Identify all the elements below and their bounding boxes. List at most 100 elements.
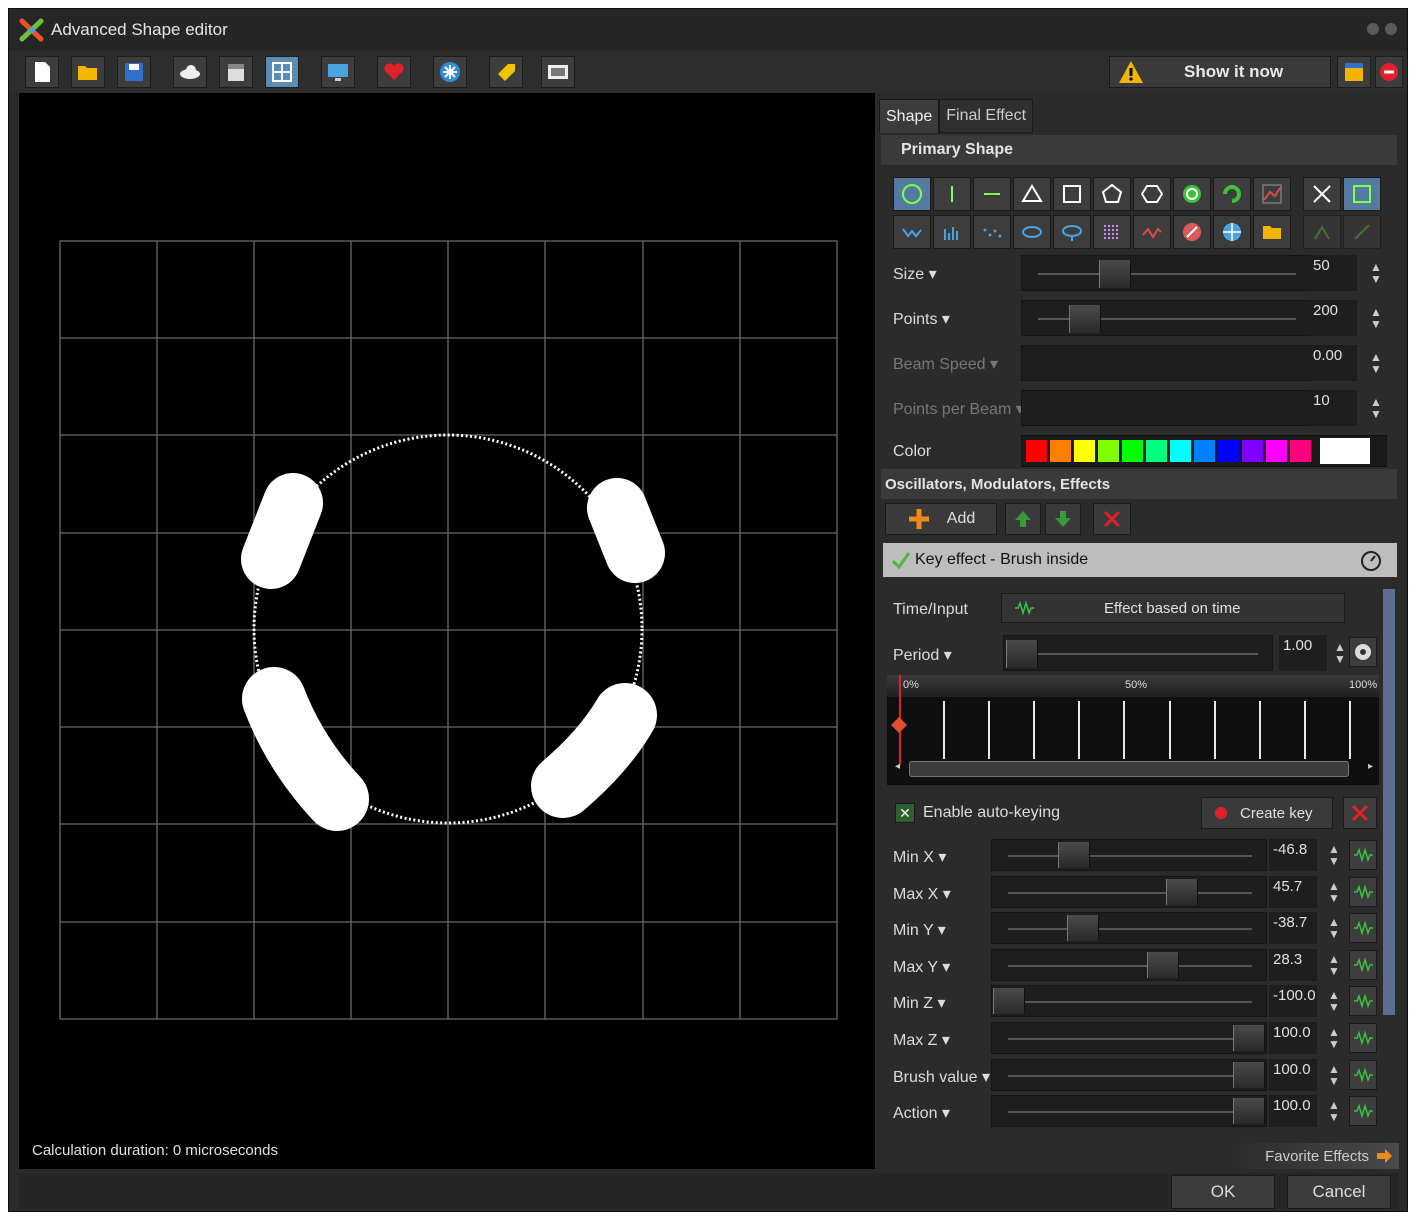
color-swatch-violet[interactable] (1242, 440, 1263, 462)
modulator-source-button[interactable] (1349, 986, 1377, 1016)
points-label[interactable]: Points ▾ (893, 309, 950, 329)
shape-bars-button[interactable] (933, 215, 971, 249)
add-effect-button[interactable]: Add (885, 503, 997, 535)
delete-effect-button[interactable] (1093, 503, 1131, 535)
modulator-slider[interactable] (991, 876, 1267, 908)
modulator-label[interactable]: Action ▾ (893, 1103, 950, 1123)
shape-dots-button[interactable] (973, 215, 1011, 249)
period-value[interactable]: 1.00 (1279, 635, 1327, 671)
modulator-label[interactable]: Max Z ▾ (893, 1030, 950, 1050)
shape-circle-button[interactable] (893, 177, 931, 211)
points-value[interactable]: 200 (1309, 300, 1357, 336)
modulator-value[interactable]: 100.0 (1269, 1095, 1317, 1127)
shape-graph-button[interactable] (1253, 177, 1291, 211)
color-swatch-cyan[interactable] (1170, 440, 1191, 462)
shape-wave-button[interactable] (893, 215, 931, 249)
snowflake-button[interactable] (433, 56, 467, 88)
shape-node-button[interactable] (1303, 215, 1341, 249)
modulator-slider[interactable] (991, 912, 1267, 944)
modulator-slider-thumb[interactable] (1166, 879, 1198, 905)
modulator-label[interactable]: Min Y ▾ (893, 920, 946, 940)
modulator-source-button[interactable] (1349, 1023, 1377, 1053)
modulator-spinner[interactable]: ▲ ▼ (1323, 839, 1345, 871)
modulator-slider[interactable] (991, 839, 1267, 871)
modulator-spinner[interactable]: ▲ ▼ (1323, 1059, 1345, 1091)
timer-icon[interactable] (1359, 548, 1383, 572)
modulator-slider[interactable] (991, 1059, 1267, 1091)
stop-button[interactable] (1375, 56, 1403, 88)
cancel-button[interactable]: Cancel (1287, 1175, 1391, 1209)
modulator-spinner[interactable]: ▲ ▼ (1323, 985, 1345, 1017)
maximize-icon[interactable] (1385, 23, 1397, 35)
shape-matrix-button[interactable] (1093, 215, 1131, 249)
modulator-spinner[interactable]: ▲ ▼ (1323, 1022, 1345, 1054)
modulator-slider[interactable] (991, 949, 1267, 981)
effect-list-item[interactable]: Key effect - Brush inside (883, 543, 1397, 577)
time-input-selector[interactable]: Effect based on time (1001, 593, 1345, 623)
modulator-slider-thumb[interactable] (993, 988, 1025, 1014)
timeline-scrollbar[interactable] (909, 761, 1349, 777)
points-slider[interactable] (1021, 300, 1311, 336)
color-swatch-red[interactable] (1026, 440, 1047, 462)
modulator-value[interactable]: 100.0 (1269, 1022, 1317, 1054)
modulator-source-button[interactable] (1349, 840, 1377, 870)
keyframe-marker[interactable] (891, 717, 907, 733)
color-swatch-orange[interactable] (1050, 440, 1071, 462)
create-key-button[interactable]: Create key (1201, 797, 1333, 829)
tab-shape[interactable]: Shape (879, 99, 940, 133)
shape-compass-button[interactable] (1173, 215, 1211, 249)
color-swatch-yellow[interactable] (1074, 440, 1095, 462)
favorite-effects-button[interactable]: Favorite Effects (1231, 1143, 1399, 1169)
modulator-slider-thumb[interactable] (1233, 1062, 1265, 1088)
modulator-slider[interactable] (991, 1095, 1267, 1127)
minimize-icon[interactable] (1367, 23, 1379, 35)
modulator-slider-thumb[interactable] (1147, 952, 1179, 978)
current-color[interactable] (1320, 438, 1370, 464)
shape-cross-button[interactable] (1303, 177, 1341, 211)
shape-ellipse-button[interactable] (1013, 215, 1051, 249)
modulator-value[interactable]: -100.0 (1269, 985, 1317, 1017)
timeline-scroll-left[interactable]: ◂ (895, 761, 900, 772)
size-spinner[interactable]: ▲ ▼ (1365, 255, 1387, 291)
shape-folder-button[interactable] (1253, 215, 1291, 249)
modulator-value[interactable]: -46.8 (1269, 839, 1317, 871)
modulator-slider-thumb[interactable] (1233, 1025, 1265, 1051)
color-swatch-green[interactable] (1122, 440, 1143, 462)
shape-horizontal-line-button[interactable] (973, 177, 1011, 211)
show-it-now-button[interactable]: Show it now (1109, 56, 1331, 88)
size-value[interactable]: 50 (1309, 255, 1357, 291)
shape-triangle-button[interactable] (1013, 177, 1051, 211)
auto-keying-checkbox[interactable]: ✕ (895, 803, 915, 823)
window-mode-button[interactable] (1337, 56, 1371, 88)
modulator-source-button[interactable] (1349, 1060, 1377, 1090)
modulator-slider[interactable] (991, 1022, 1267, 1054)
modulator-slider-thumb[interactable] (1233, 1098, 1265, 1124)
points-slider-thumb[interactable] (1069, 305, 1101, 333)
modulator-value[interactable]: 45.7 (1269, 876, 1317, 908)
favorite-button[interactable] (377, 56, 411, 88)
modulator-label[interactable]: Min X ▾ (893, 847, 946, 867)
modulator-spinner[interactable]: ▲ ▼ (1323, 912, 1345, 944)
modulator-spinner[interactable]: ▲ ▼ (1323, 876, 1345, 908)
window-controls[interactable] (1367, 23, 1397, 35)
modulator-label[interactable]: Max Y ▾ (893, 957, 950, 977)
move-down-button[interactable] (1045, 503, 1081, 535)
shape-line-button[interactable] (1343, 215, 1381, 249)
image-button[interactable] (541, 56, 575, 88)
color-swatch-magenta[interactable] (1266, 440, 1287, 462)
color-swatch-azure[interactable] (1194, 440, 1215, 462)
color-swatch-blue[interactable] (1218, 440, 1239, 462)
shape-vertical-line-button[interactable] (933, 177, 971, 211)
modulator-label[interactable]: Max X ▾ (893, 884, 951, 904)
color-swatch-lime[interactable] (1098, 440, 1119, 462)
modulator-value[interactable]: 28.3 (1269, 949, 1317, 981)
ok-button[interactable]: OK (1171, 1175, 1275, 1209)
period-slider[interactable] (1003, 635, 1273, 671)
modulator-slider-thumb[interactable] (1058, 842, 1090, 868)
modulator-spinner[interactable]: ▲ ▼ (1323, 1095, 1345, 1127)
modulator-value[interactable]: 100.0 (1269, 1059, 1317, 1091)
new-button[interactable] (25, 56, 59, 88)
delete-key-button[interactable] (1343, 797, 1377, 829)
modulator-label[interactable]: Brush value ▾ (893, 1067, 990, 1087)
period-settings-button[interactable] (1349, 637, 1377, 667)
